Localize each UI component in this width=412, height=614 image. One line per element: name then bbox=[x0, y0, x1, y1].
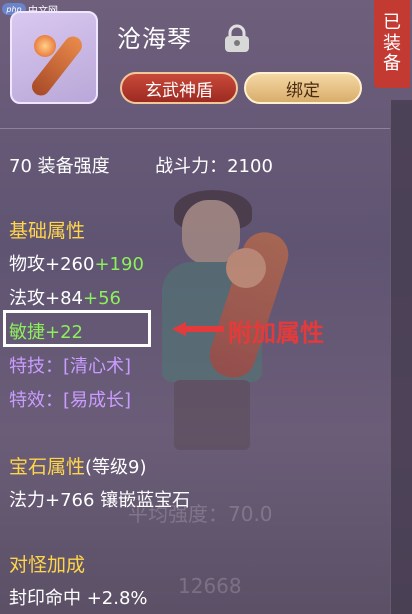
strength-row: 70 装备强度 战斗力：2100 bbox=[9, 152, 273, 178]
header-divider bbox=[0, 128, 390, 129]
equipped-tag: 已 装 备 bbox=[374, 0, 410, 88]
arrow-left-icon bbox=[172, 322, 224, 336]
special-skill[interactable]: 特技：[清心术] bbox=[9, 352, 131, 378]
magic-attack: 法攻+84 bbox=[9, 288, 83, 309]
lock-icon[interactable] bbox=[220, 24, 254, 54]
gem-attributes-title: 宝石属性 bbox=[9, 456, 86, 478]
bind-tag-button[interactable]: 绑定 bbox=[244, 72, 362, 104]
gem-level: (等级9) bbox=[85, 457, 147, 478]
monster-bonus-title: 对怪加成 bbox=[9, 554, 86, 576]
equipment-strength: 70 装备强度 bbox=[9, 156, 110, 177]
physical-attack-row: 物攻+260+190 bbox=[9, 250, 144, 276]
physical-attack-bonus: +190 bbox=[94, 254, 144, 275]
magic-attack-row: 法攻+84+56 bbox=[9, 284, 121, 310]
right-scroll-strip bbox=[390, 100, 412, 614]
equipped-char-3: 备 bbox=[383, 53, 401, 75]
item-icon[interactable] bbox=[10, 11, 98, 104]
gem-attributes-title-row: 宝石属性(等级9) bbox=[9, 452, 147, 479]
physical-attack: 物攻+260 bbox=[9, 254, 95, 275]
item-name: 沧海琴 bbox=[117, 25, 192, 53]
monster-bonus-line: 封印命中 +2.8% bbox=[9, 588, 148, 609]
item-detail-panel: 平均强度：70.0 12668 php 中文网 沧海琴 玄武神盾 绑定 已 装 … bbox=[0, 0, 412, 614]
magic-attack-bonus: +56 bbox=[83, 288, 121, 309]
harp-glow bbox=[226, 248, 266, 288]
ghost-number: 12668 bbox=[178, 574, 242, 598]
gem-attribute-line: 法力+766 镶嵌蓝宝石 bbox=[9, 490, 191, 511]
combat-power: 战斗力：2100 bbox=[155, 156, 273, 177]
character-legs bbox=[174, 380, 250, 450]
equipped-char-1: 已 bbox=[383, 11, 401, 33]
equipped-char-2: 装 bbox=[383, 32, 401, 54]
sect-tag-button[interactable]: 玄武神盾 bbox=[120, 72, 238, 104]
annotation-label: 附加属性 bbox=[228, 319, 324, 347]
base-attributes-title: 基础属性 bbox=[9, 220, 86, 242]
harp-gem bbox=[34, 35, 56, 57]
highlight-box bbox=[3, 310, 151, 347]
special-effect[interactable]: 特效：[易成长] bbox=[9, 386, 131, 412]
